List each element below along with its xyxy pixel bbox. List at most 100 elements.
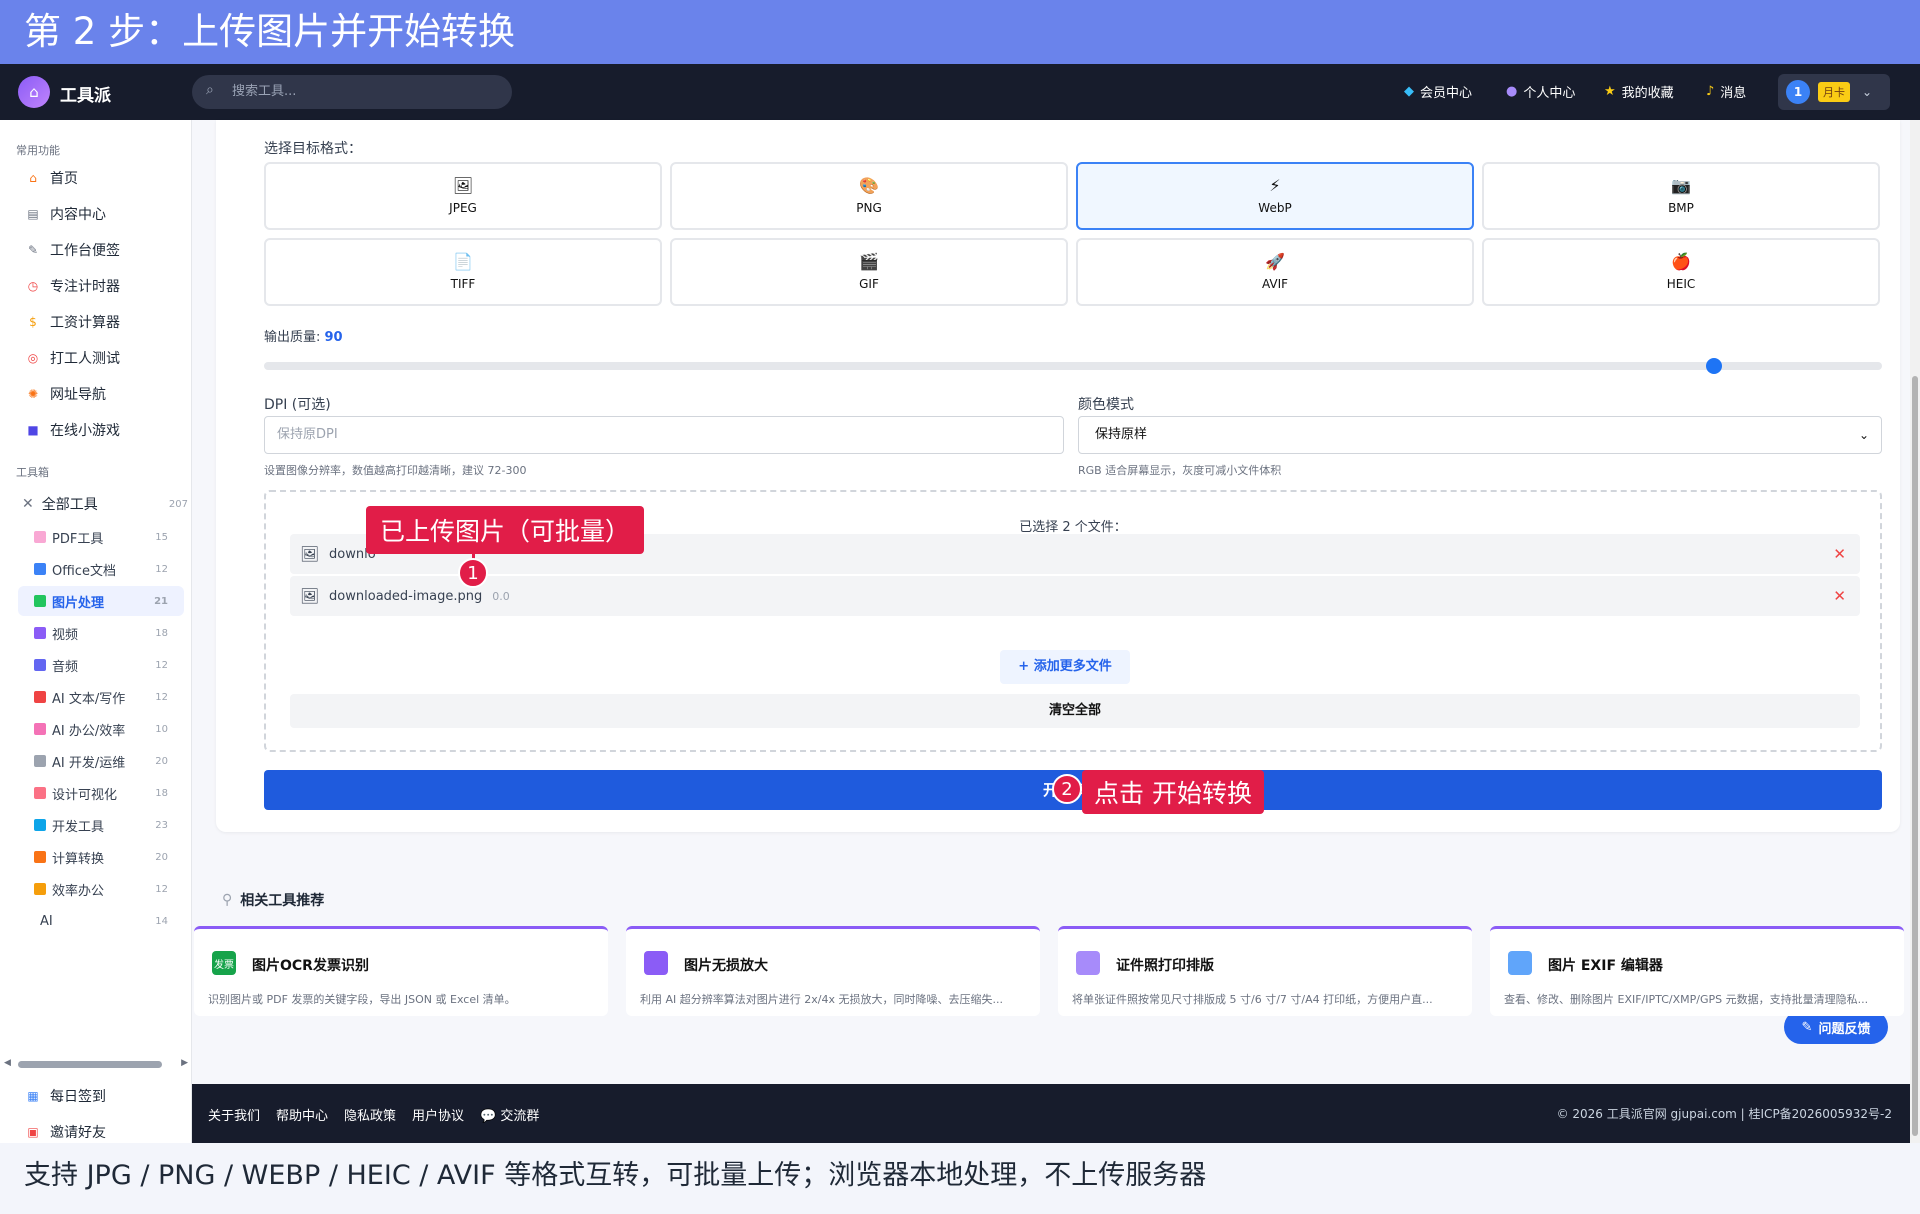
money-bag-icon: $	[29, 315, 37, 329]
bell-icon: ♪	[1706, 84, 1715, 99]
calendar-icon: ▦	[27, 1089, 39, 1103]
search-input[interactable]: 搜索工具...	[192, 75, 512, 109]
category-icon	[34, 595, 46, 607]
nav-favorites[interactable]: ★ 我的收藏	[1604, 82, 1674, 101]
callout-start: 点击 开始转换	[1082, 770, 1264, 814]
sidebar-horizontal-scrollbar[interactable]: ◀ ▶	[4, 1056, 188, 1070]
rocket-icon: 🚀	[1265, 252, 1285, 271]
newspaper-icon: ▤	[27, 207, 39, 221]
dpi-label: DPI (可选)	[264, 397, 331, 413]
related-tool-card[interactable]: 图片无损放大 利用 AI 超分辨率算法对图片进行 2x/4x 无损放大，同时降噪、…	[626, 926, 1040, 1016]
callout-uploaded: 已上传图片（可批量）	[366, 506, 645, 554]
category-icon	[34, 883, 46, 895]
category-icon	[34, 691, 46, 703]
brand-name[interactable]: 工具派	[60, 81, 111, 106]
step-banner: 第 2 步：上传图片并开始转换	[0, 0, 1920, 64]
timer-icon: ◷	[27, 279, 39, 293]
user-icon: ●	[1506, 84, 1518, 99]
add-more-files-button[interactable]: + 添加更多文件	[1000, 650, 1130, 684]
sidebar-item-all-tools[interactable]: ✕ 全部工具 207	[18, 494, 188, 514]
main-content: 选择目标格式： 输出质量: 90 DPI (可选) 保持原DPI 设置图像分辨率…	[192, 120, 1910, 1143]
sidebar-tool-item[interactable]: AI 文本/写作 12	[18, 682, 184, 712]
chevron-down-icon: ⌄	[1862, 85, 1873, 99]
step-marker-2: 2	[1052, 774, 1082, 804]
format-option-bmp[interactable]: 📷 BMP	[1482, 162, 1880, 230]
sidebar-item-content[interactable]: ▤ 内容中心	[26, 204, 106, 224]
sidebar-section-toolbox: 工具箱	[16, 466, 49, 479]
format-option-heic[interactable]: 🍎 HEIC	[1482, 238, 1880, 306]
footer-link-help[interactable]: 帮助中心	[276, 1105, 328, 1124]
footer-link-terms[interactable]: 用户协议	[412, 1105, 464, 1124]
footer-link-privacy[interactable]: 隐私政策	[344, 1105, 396, 1124]
sidebar-section-common: 常用功能	[16, 144, 60, 157]
sidebar-item-salary[interactable]: $ 工资计算器	[26, 312, 120, 332]
quality-slider[interactable]	[264, 358, 1882, 374]
remove-file-icon[interactable]: ✕	[1833, 545, 1846, 563]
scrollbar-thumb[interactable]	[1912, 376, 1918, 1136]
color-mode-label: 颜色模式	[1078, 397, 1134, 413]
sidebar-tool-item[interactable]: 音频 12	[18, 650, 184, 680]
apple-icon: 🍎	[1671, 252, 1691, 271]
sidebar-item-invite[interactable]: ▣ 邀请好友	[26, 1122, 106, 1142]
sidebar-tool-item[interactable]: 视频 18	[18, 618, 184, 648]
sidebar-item-timer[interactable]: ◷ 专注计时器	[26, 276, 120, 296]
dpi-input[interactable]: 保持原DPI	[264, 416, 1064, 454]
image-icon: 🖼	[300, 587, 320, 605]
chevron-down-icon: ⌄	[1858, 428, 1869, 442]
format-option-png[interactable]: 🎨 PNG	[670, 162, 1068, 230]
sidebar-tool-item[interactable]: 计算转换 20	[18, 842, 184, 872]
nav-profile[interactable]: ● 个人中心	[1506, 82, 1575, 101]
avatar: 1	[1786, 80, 1810, 104]
scroll-left-icon[interactable]: ◀	[4, 1058, 11, 1068]
brand-logo-icon[interactable]: ⌂	[18, 76, 50, 108]
footer-link-group[interactable]: 💬 交流群	[480, 1105, 539, 1124]
clapper-icon: 🎬	[859, 252, 879, 271]
scroll-right-icon[interactable]: ▶	[181, 1058, 188, 1068]
dpi-hint: 设置图像分辨率，数值越高打印越清晰，建议 72-300	[264, 464, 527, 477]
nav-messages[interactable]: ♪ 消息	[1706, 82, 1746, 101]
sidebar-tool-item[interactable]: AI 办公/效率 10	[18, 714, 184, 744]
sidebar-tool-item[interactable]: PDF工具 15	[18, 522, 184, 552]
footer-link-about[interactable]: 关于我们	[208, 1105, 260, 1124]
tools-icon: ✕	[22, 496, 34, 512]
category-icon	[34, 659, 46, 671]
sidebar-tool-item[interactable]: AI 开发/运维 20	[18, 746, 184, 776]
format-option-jpeg[interactable]: 🖼 JPEG	[264, 162, 662, 230]
sidebar-tool-item[interactable]: AI 14	[18, 906, 184, 936]
format-option-webp[interactable]: ⚡ WebP	[1076, 162, 1474, 230]
format-option-tiff[interactable]: 📄 TIFF	[264, 238, 662, 306]
caption: 支持 JPG / PNG / WEBP / HEIC / AVIF 等格式互转，…	[0, 1143, 1920, 1214]
sidebar-tool-item[interactable]: Office文档 12	[18, 554, 184, 584]
related-tool-card[interactable]: 发票 图片OCR发票识别 识别图片或 PDF 发票的关键字段，导出 JSON 或 E…	[194, 926, 608, 1016]
scrollbar-thumb[interactable]	[18, 1061, 162, 1068]
related-tool-card[interactable]: 图片 EXIF 编辑器 查看、修改、删除图片 EXIF/IPTC/XMP/GPS …	[1490, 926, 1904, 1016]
sidebar-item-checkin[interactable]: ▦ 每日签到	[26, 1086, 106, 1106]
sidebar-item-notes[interactable]: ✎ 工作台便签	[26, 240, 120, 260]
format-label: 选择目标格式：	[264, 141, 362, 157]
membership-badge: 月卡	[1818, 82, 1850, 102]
category-icon	[34, 531, 46, 543]
sidebar-tool-item[interactable]: 开发工具 23	[18, 810, 184, 840]
color-mode-select[interactable]: 保持原样 ⌄	[1078, 416, 1882, 454]
sidebar-item-worker-test[interactable]: ◎ 打工人测试	[26, 348, 120, 368]
format-option-gif[interactable]: 🎬 GIF	[670, 238, 1068, 306]
format-option-avif[interactable]: 🚀 AVIF	[1076, 238, 1474, 306]
sidebar-tool-item[interactable]: 效率办公 12	[18, 874, 184, 904]
sidebar-tool-item[interactable]: 图片处理 21	[18, 586, 184, 616]
category-icon	[34, 819, 46, 831]
user-menu[interactable]: 1 月卡 ⌄	[1778, 74, 1890, 110]
nav-member-center[interactable]: ◆ 会员中心	[1404, 82, 1472, 101]
slider-knob[interactable]	[1705, 358, 1722, 374]
sidebar-tool-item[interactable]: 设计可视化 18	[18, 778, 184, 808]
vertical-scrollbar[interactable]	[1910, 120, 1920, 1143]
step-marker-1: 1	[458, 558, 488, 588]
clear-all-button[interactable]: 清空全部	[290, 694, 1860, 728]
tool-icon	[1076, 951, 1100, 975]
sidebar-item-nav[interactable]: ✺ 网址导航	[26, 384, 106, 404]
category-icon	[34, 723, 46, 735]
remove-file-icon[interactable]: ✕	[1833, 587, 1846, 605]
related-tool-card[interactable]: 证件照打印排版 将单张证件照按常见尺寸排版成 5 寸/6 寸/7 寸/A4 打印纸…	[1058, 926, 1472, 1016]
tool-icon	[1508, 951, 1532, 975]
sidebar-item-games[interactable]: ■ 在线小游戏	[26, 420, 120, 440]
sidebar-item-home[interactable]: ⌂ 首页	[26, 168, 78, 188]
